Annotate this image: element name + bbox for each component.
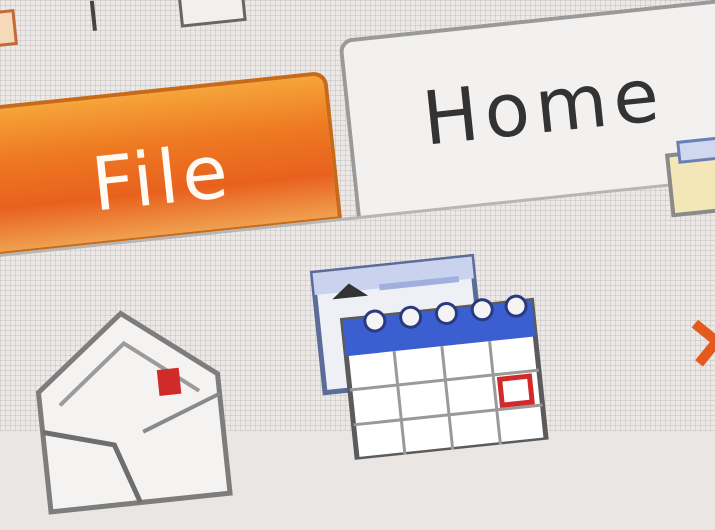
new-email-icon[interactable] (10, 293, 241, 524)
tab-file[interactable]: File (0, 70, 343, 261)
delete-icon[interactable] (684, 308, 715, 374)
tab-file-label: File (87, 128, 236, 229)
ribbon-area: File Home (0, 0, 715, 518)
app-icon[interactable] (0, 9, 19, 49)
folder-icon[interactable] (655, 128, 715, 226)
new-calendar-item-icon[interactable] (306, 239, 566, 463)
quick-access-icon[interactable] (177, 0, 247, 28)
separator-icon (89, 0, 97, 31)
tab-home-label: Home (418, 51, 669, 163)
